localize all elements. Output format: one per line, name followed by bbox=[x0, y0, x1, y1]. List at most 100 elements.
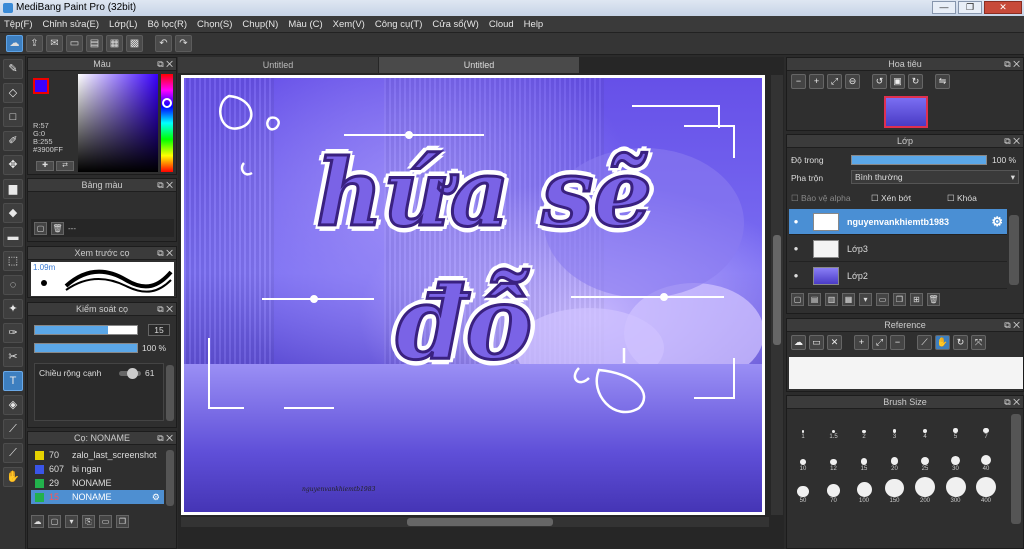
brush-size-option[interactable]: 150 bbox=[881, 476, 909, 504]
fit-icon[interactable]: ⤢ bbox=[872, 335, 887, 350]
canvas-vertical-scrollbar[interactable] bbox=[771, 75, 783, 515]
cloud-reference-icon[interactable]: ☁ bbox=[791, 335, 806, 350]
brush-size-option[interactable]: 3 bbox=[881, 412, 909, 440]
brush-size-option[interactable]: 7 bbox=[972, 412, 1000, 440]
fit-icon[interactable]: ⤢ bbox=[827, 74, 842, 89]
panel-close-icon[interactable]: ⧉ ✕ bbox=[157, 58, 173, 71]
brush-size-option[interactable]: 200 bbox=[911, 476, 939, 504]
panel-close-icon[interactable]: ⧉ ✕ bbox=[1004, 396, 1020, 409]
panel-close-icon[interactable]: ⧉ ✕ bbox=[157, 303, 173, 316]
brush-size-option[interactable]: 15 bbox=[850, 444, 878, 472]
artwork-canvas[interactable]: hứa sẽ đỗ nguyenvankhiemtb1983 bbox=[181, 75, 765, 515]
brush-size-option[interactable]: 25 bbox=[911, 444, 939, 472]
redo-icon[interactable]: ↷ bbox=[175, 35, 192, 52]
brush-size-option[interactable]: 50 bbox=[789, 476, 817, 504]
primary-color-swatch[interactable] bbox=[33, 78, 49, 94]
gradient-icon[interactable]: ▬ bbox=[3, 227, 23, 247]
eyedropper-icon[interactable]: ⟋ bbox=[917, 335, 932, 350]
fill-icon[interactable]: ▆ bbox=[3, 179, 23, 199]
lock-checkbox[interactable]: ☐ Khóa bbox=[947, 193, 977, 204]
brush-size-option[interactable]: 100 bbox=[850, 476, 878, 504]
brush-size-option[interactable]: 20 bbox=[881, 444, 909, 472]
edge-width-knob[interactable] bbox=[127, 368, 138, 379]
minimize-button[interactable]: — bbox=[932, 1, 956, 14]
chat-icon[interactable]: ✉ bbox=[46, 35, 63, 52]
zoom-in-icon[interactable]: + bbox=[809, 74, 824, 89]
duplicate-icon[interactable]: ❐ bbox=[116, 514, 129, 528]
zoom-in-icon[interactable]: + bbox=[854, 335, 869, 350]
gear-icon[interactable]: ⚙ bbox=[152, 490, 160, 504]
vertical-scroll-thumb[interactable] bbox=[773, 235, 781, 345]
menu-color[interactable]: Màu (C) bbox=[288, 19, 322, 30]
new-8bit-layer-icon[interactable]: ▥ bbox=[825, 293, 838, 306]
folder-icon[interactable]: ▭ bbox=[99, 514, 112, 528]
maximize-button[interactable]: ❐ bbox=[958, 1, 982, 14]
rectangle-icon[interactable]: □ bbox=[3, 107, 23, 127]
fullscreen-icon[interactable]: ⤧ bbox=[971, 335, 986, 350]
document-icon[interactable]: ▤ bbox=[86, 35, 103, 52]
zoom-out-icon[interactable]: − bbox=[791, 74, 806, 89]
document-tab[interactable]: Untitled bbox=[178, 57, 378, 73]
eye-icon[interactable]: ● bbox=[789, 271, 803, 280]
zoom-minus-icon[interactable]: ⊖ bbox=[845, 74, 860, 89]
eye-icon[interactable]: ● bbox=[789, 244, 803, 253]
eyedropper-icon[interactable]: ⟋ bbox=[3, 419, 23, 439]
saturation-value-picker[interactable] bbox=[78, 74, 158, 172]
blend-mode-select[interactable]: Bình thường ▾ bbox=[851, 170, 1019, 184]
brush-size-option[interactable]: 30 bbox=[942, 444, 970, 472]
brush-size-slider[interactable] bbox=[34, 325, 138, 335]
new-1bit-layer-icon[interactable]: ▦ bbox=[842, 293, 855, 306]
undo-icon[interactable]: ↶ bbox=[155, 35, 172, 52]
layer-scrollbar[interactable] bbox=[1009, 215, 1019, 285]
hand-icon[interactable]: ✋ bbox=[3, 467, 23, 487]
add-brush-icon[interactable]: ▾ bbox=[65, 514, 78, 528]
panel-close-icon[interactable]: ⧉ ✕ bbox=[157, 179, 173, 192]
brush-icon[interactable]: ✎ bbox=[3, 59, 23, 79]
brush-size-option[interactable]: 12 bbox=[820, 444, 848, 472]
brush-item[interactable]: 607 bi ngan bbox=[31, 462, 164, 476]
select-pen-icon[interactable]: ✑ bbox=[3, 323, 23, 343]
hand-icon[interactable]: ✋ bbox=[935, 335, 950, 350]
rotate-left-icon[interactable]: ↺ bbox=[872, 74, 887, 89]
brush-list-scrollbar[interactable] bbox=[166, 450, 174, 506]
menu-cloud[interactable]: Cloud bbox=[489, 19, 514, 30]
layer-row[interactable]: ● Lớp3 bbox=[789, 236, 1007, 262]
brush-size-option[interactable]: 400 bbox=[972, 476, 1000, 504]
eraser-icon[interactable]: ◇ bbox=[3, 83, 23, 103]
text-icon[interactable]: T bbox=[3, 371, 23, 391]
menu-layer[interactable]: Lớp(L) bbox=[109, 19, 137, 30]
open-folder-icon[interactable]: ▭ bbox=[809, 335, 824, 350]
add-color-icon[interactable]: ✚ bbox=[36, 161, 54, 171]
menu-snap[interactable]: Chụp(N) bbox=[242, 19, 278, 30]
folder-icon[interactable]: ▭ bbox=[876, 293, 889, 306]
hue-knob[interactable] bbox=[162, 98, 172, 108]
brush-size-option[interactable]: 1 bbox=[789, 412, 817, 440]
menu-tools[interactable]: Công cụ(T) bbox=[375, 19, 423, 30]
brush-item[interactable]: 29 NONAME bbox=[31, 476, 164, 490]
document-tab-active[interactable]: Untitled bbox=[379, 57, 579, 73]
brush-size-option[interactable]: 40 bbox=[972, 444, 1000, 472]
pen-icon[interactable]: ✐ bbox=[3, 131, 23, 151]
new-palette-icon[interactable]: ▢ bbox=[34, 221, 47, 235]
add-layer-dropdown-icon[interactable]: ▾ bbox=[859, 293, 872, 306]
menu-file[interactable]: Tệp(F) bbox=[4, 19, 33, 30]
brush-size-option[interactable]: 4 bbox=[911, 412, 939, 440]
select-rect-icon[interactable]: ⬚ bbox=[3, 251, 23, 271]
horizontal-scroll-thumb[interactable] bbox=[407, 518, 553, 526]
clipping-checkbox[interactable]: ☐ Xén bớt bbox=[871, 193, 911, 204]
panel-close-icon[interactable]: ⧉ ✕ bbox=[1004, 319, 1020, 332]
menu-window[interactable]: Cửa sổ(W) bbox=[432, 19, 478, 30]
tiles-icon[interactable]: ▩ bbox=[126, 35, 143, 52]
eye-icon[interactable]: ● bbox=[789, 217, 803, 226]
layer-row-selected[interactable]: ● nguyenvankhiemtb1983 ⚙ bbox=[789, 209, 1007, 235]
canvas-horizontal-scrollbar[interactable] bbox=[181, 517, 769, 527]
copy-brush-icon[interactable]: ⎘ bbox=[82, 514, 95, 528]
select-eraser-icon[interactable]: ✂ bbox=[3, 347, 23, 367]
eyedropper2-icon[interactable]: ⟋ bbox=[3, 443, 23, 463]
brush-size-option[interactable]: 10 bbox=[789, 444, 817, 472]
brush-size-option[interactable]: 1.5 bbox=[820, 412, 848, 440]
menu-edit[interactable]: Chỉnh sửa(E) bbox=[43, 19, 100, 30]
gear-icon[interactable]: ⚙ bbox=[991, 214, 1003, 230]
brush-size-option[interactable]: 70 bbox=[820, 476, 848, 504]
panel-close-icon[interactable]: ⧉ ✕ bbox=[157, 432, 173, 445]
